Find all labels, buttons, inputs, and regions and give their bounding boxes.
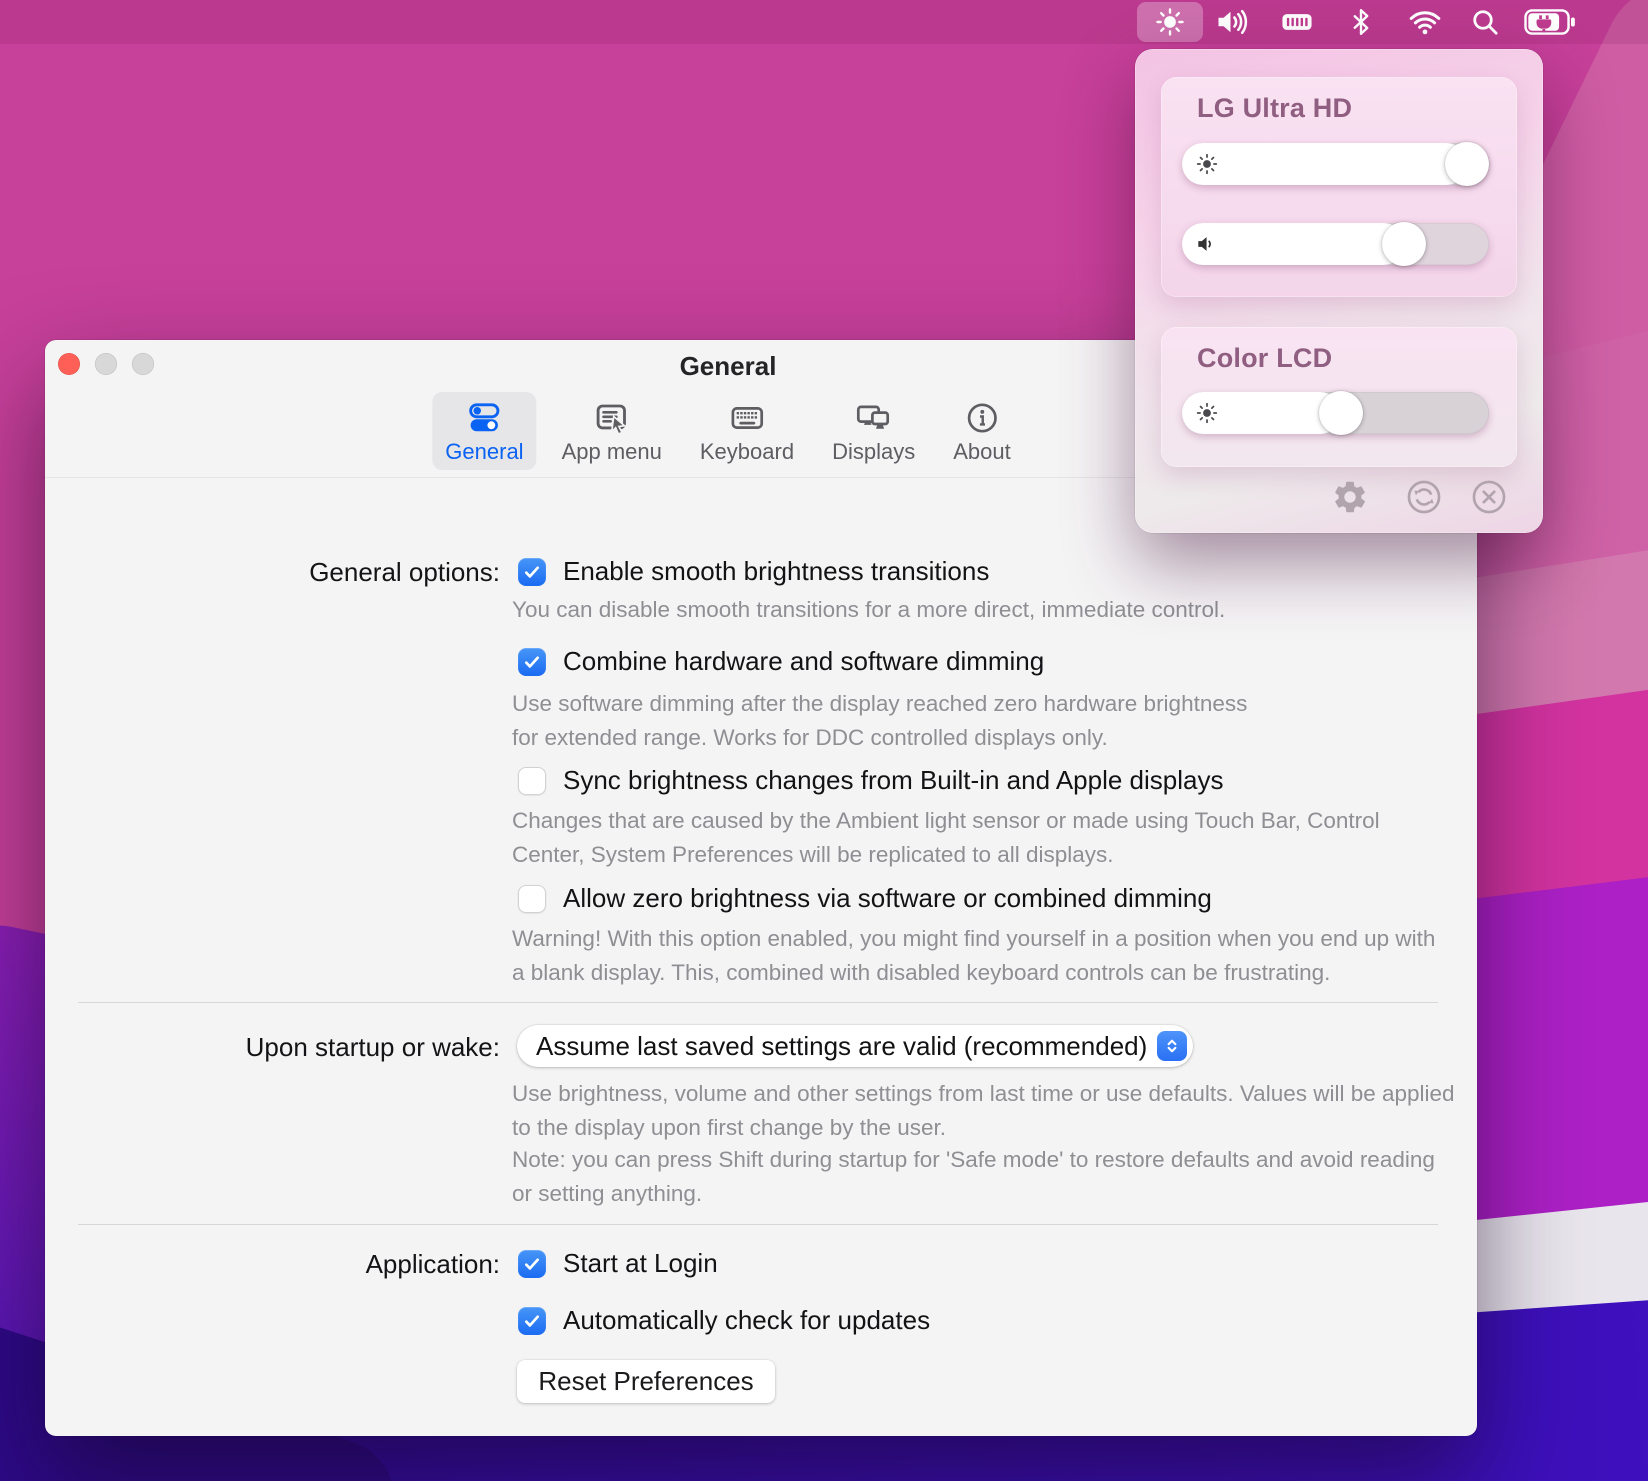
chevron-up-down-icon <box>1157 1031 1187 1061</box>
tab-app-menu[interactable]: App menu <box>549 392 675 470</box>
display-card-lg: LG Ultra HD <box>1161 77 1517 297</box>
app-menu-icon <box>594 400 630 436</box>
tab-label: About <box>953 440 1011 464</box>
minimize-button[interactable] <box>95 353 117 375</box>
startup-description: Use brightness, volume and other setting… <box>512 1077 1462 1145</box>
display-name: Color LCD <box>1197 343 1332 374</box>
option-description: Use software dimming after the display r… <box>512 687 1277 755</box>
wifi-icon[interactable] <box>1406 0 1444 44</box>
option-description: Changes that are caused by the Ambient l… <box>512 804 1417 872</box>
checkbox-label: Start at Login <box>563 1248 718 1279</box>
checkbox-label: Automatically check for updates <box>563 1305 930 1336</box>
window-title: General <box>680 351 777 382</box>
close-icon[interactable] <box>1470 478 1508 516</box>
reset-preferences-button[interactable]: Reset Preferences <box>517 1360 775 1403</box>
sync-icon[interactable] <box>1405 478 1443 516</box>
slider-knob[interactable] <box>1319 391 1363 435</box>
checkbox-combine-dimming[interactable] <box>518 648 546 676</box>
section-divider <box>78 1224 1438 1225</box>
menu-bar <box>0 0 1648 44</box>
desktop: General General <box>0 0 1648 1481</box>
toggles-icon <box>466 400 502 436</box>
tab-label: General <box>445 440 523 464</box>
startup-label: Upon startup or wake: <box>180 1032 500 1063</box>
check-icon <box>522 1254 542 1274</box>
option-row: Allow zero brightness via software or co… <box>518 883 1212 914</box>
general-options-label: General options: <box>180 557 500 588</box>
lg-brightness-slider[interactable] <box>1182 143 1489 185</box>
close-button[interactable] <box>58 353 80 375</box>
bluetooth-icon[interactable] <box>1345 0 1377 44</box>
settings-gear-icon[interactable] <box>1331 478 1369 516</box>
lcd-brightness-slider[interactable] <box>1182 392 1489 434</box>
option-description: You can disable smooth transitions for a… <box>512 593 1225 627</box>
display-card-lcd: Color LCD <box>1161 327 1517 467</box>
checkbox-smooth-transitions[interactable] <box>518 558 546 586</box>
brightness-popover: LG Ultra HD <box>1135 49 1543 533</box>
toolbar: General App menu <box>432 392 1023 470</box>
sun-icon <box>1194 400 1220 426</box>
startup-select[interactable]: Assume last saved settings are valid (re… <box>517 1025 1193 1067</box>
search-icon[interactable] <box>1468 0 1502 44</box>
tab-about[interactable]: About <box>940 392 1024 470</box>
checkbox-label: Allow zero brightness via software or co… <box>563 883 1212 914</box>
section-divider <box>78 1002 1438 1003</box>
speaker-icon <box>1194 231 1220 257</box>
info-icon <box>964 400 1000 436</box>
option-row: Sync brightness changes from Built-in an… <box>518 765 1223 796</box>
displays-icon <box>856 400 892 436</box>
display-name: LG Ultra HD <box>1197 93 1352 124</box>
check-icon <box>522 1311 542 1331</box>
tab-displays[interactable]: Displays <box>819 392 928 470</box>
slider-knob[interactable] <box>1445 142 1489 186</box>
option-description: Warning! With this option enabled, you m… <box>512 922 1442 990</box>
checkbox-label: Combine hardware and software dimming <box>563 646 1044 677</box>
option-row: Enable smooth brightness transitions <box>518 556 989 587</box>
lg-volume-slider[interactable] <box>1182 223 1489 265</box>
check-icon <box>522 652 542 672</box>
sun-icon <box>1194 151 1220 177</box>
slider-knob[interactable] <box>1382 222 1426 266</box>
volume-icon[interactable] <box>1212 0 1252 44</box>
checkbox-auto-updates[interactable] <box>518 1307 546 1335</box>
checkbox-label: Enable smooth brightness transitions <box>563 556 989 587</box>
battery-charging-icon[interactable] <box>1522 0 1578 44</box>
tab-general[interactable]: General <box>432 392 536 470</box>
option-row: Start at Login <box>518 1248 718 1279</box>
tab-label: App menu <box>562 440 662 464</box>
application-label: Application: <box>180 1249 500 1280</box>
startup-note: Note: you can press Shift during startup… <box>512 1143 1442 1211</box>
selected-option: Assume last saved settings are valid (re… <box>517 1031 1147 1062</box>
brightness-icon[interactable] <box>1153 0 1187 44</box>
check-icon <box>522 562 542 582</box>
checkbox-zero-brightness[interactable] <box>518 885 546 913</box>
option-row: Automatically check for updates <box>518 1305 930 1336</box>
keyboard-brightness-icon[interactable] <box>1277 0 1317 44</box>
tab-label: Keyboard <box>700 440 794 464</box>
checkbox-start-at-login[interactable] <box>518 1250 546 1278</box>
slider-fill <box>1182 143 1467 185</box>
tab-keyboard[interactable]: Keyboard <box>687 392 807 470</box>
zoom-button[interactable] <box>132 353 154 375</box>
keyboard-icon <box>729 400 765 436</box>
tab-label: Displays <box>832 440 915 464</box>
option-row: Combine hardware and software dimming <box>518 646 1044 677</box>
checkbox-label: Sync brightness changes from Built-in an… <box>563 765 1223 796</box>
checkbox-sync-brightness[interactable] <box>518 767 546 795</box>
